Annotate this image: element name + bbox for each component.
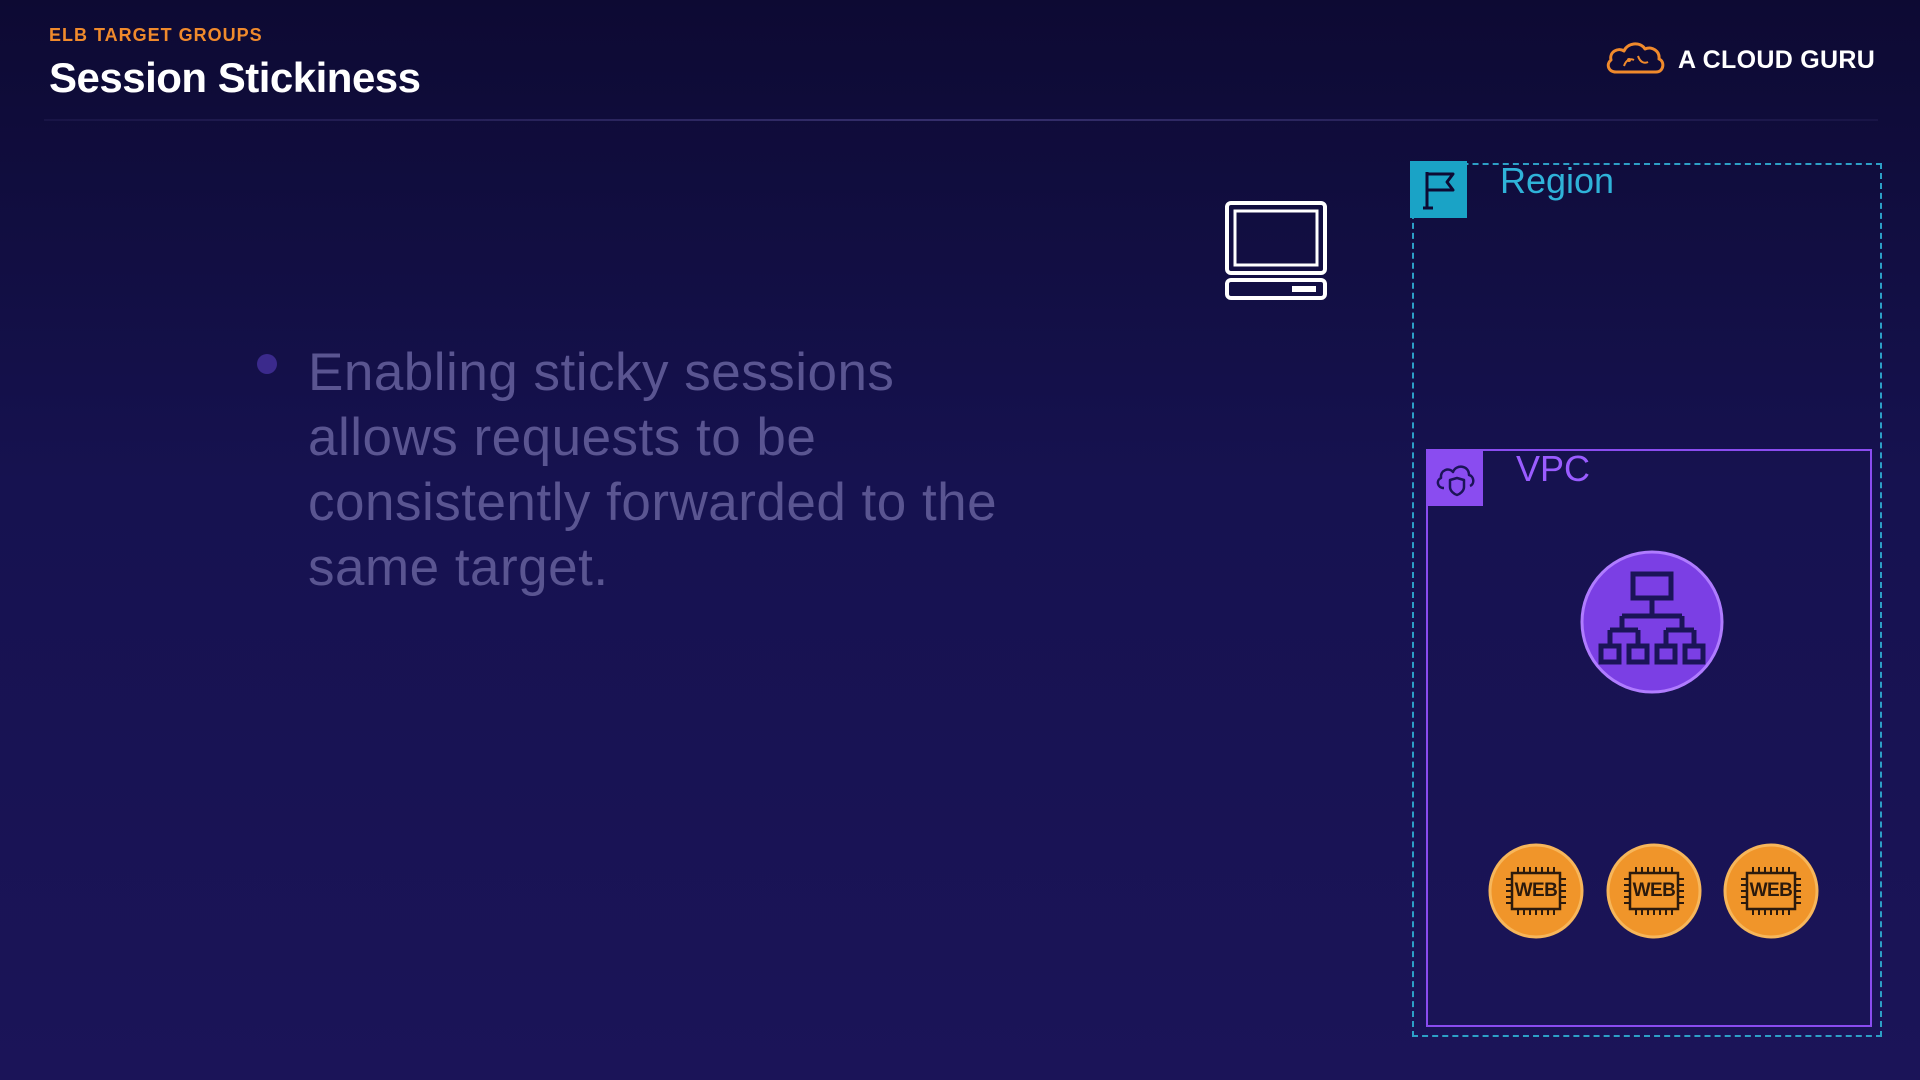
region-label: Region — [1500, 160, 1615, 201]
laptop-icon — [1224, 200, 1328, 307]
cloud-shield-icon — [1426, 449, 1483, 506]
web-server-label: WEB — [1632, 880, 1676, 901]
cloud-logo-icon — [1604, 38, 1666, 83]
web-server-label: WEB — [1749, 880, 1793, 901]
bullet-text: Enabling sticky sessions allows requests… — [308, 343, 998, 597]
flag-icon — [1410, 161, 1467, 218]
bullet-dot — [257, 354, 277, 374]
web-server-3: WEB — [1723, 843, 1819, 939]
vpc-label: VPC — [1516, 448, 1591, 489]
web-server-2: WEB — [1606, 843, 1702, 939]
web-server-label: WEB — [1514, 880, 1558, 901]
brand-name: A CLOUD GURU — [1678, 45, 1876, 74]
slide-title: Session Stickiness — [49, 54, 421, 101]
web-server-1: WEB — [1488, 843, 1584, 939]
section-eyebrow: ELB TARGET GROUPS — [49, 25, 263, 45]
brand-logo: A CLOUD GURU — [1604, 38, 1875, 82]
load-balancer-icon — [1580, 550, 1724, 699]
header-divider — [44, 119, 1878, 121]
vpc-boundary — [1426, 449, 1872, 1027]
